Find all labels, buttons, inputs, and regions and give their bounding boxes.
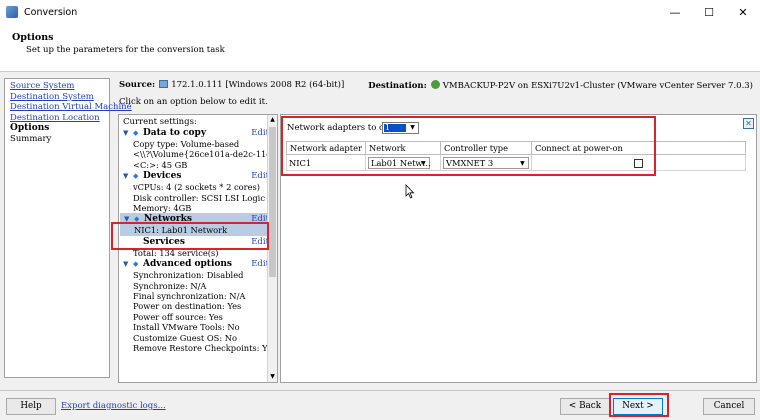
vmware-converter-icon [6,6,18,18]
maximize-button[interactable]: ☐ [692,0,726,24]
adapter-name: NIC1 [286,154,366,171]
setting-line: Total: 134 service(s) [133,247,219,258]
table-row: NIC1 Lab01 Netw… ▼ VMXNET 3 ▼ [286,154,747,171]
dropdown-arrow-icon: ▼ [421,159,426,167]
scrollbar-thumb[interactable] [269,127,276,277]
vm-host-icon [430,80,440,89]
setting-line: Disk controller: SCSI LSI Logic SAS [133,192,278,203]
scroll-down-arrow-icon[interactable]: ▼ [268,372,277,382]
section-advanced-options[interactable]: ▼ ◆ Advanced options Edit Synchronization:… [119,258,277,353]
section-title: Networks [144,214,192,225]
collapse-chevron-icon[interactable]: ▼ [124,215,134,223]
setting-line: Memory: 4GB [133,203,192,214]
setting-line: Final synchronization: N/A [133,291,246,302]
network-select[interactable]: Lab01 Netw… ▼ [367,156,431,169]
diamond-icon: ◆ [133,129,139,137]
setting-line: <\\?\Volume{26ce101a-de2c-11e6-a2… [133,149,277,160]
export-diagnostic-logs-link[interactable]: Export diagnostic logs... [61,401,166,411]
adapters-count-select[interactable]: 1 ▼ [382,122,419,134]
network-adapters-table: Network adapter Network Controller type … [286,141,747,171]
window-titlebar: Conversion — ☐ ✕ [0,0,760,24]
back-button[interactable]: < Back [560,398,610,415]
page-subtitle: Set up the parameters for the conversion… [26,45,225,55]
wizard-steps: Source System Destination System Destina… [4,78,132,378]
section-networks[interactable]: ▼ ◆ Networks Edit NIC1: Lab01 Network [120,213,269,236]
setting-line: Power on destination: Yes [133,301,242,312]
wizard-header: Options Set up the parameters for the co… [0,24,760,72]
setting-line: <C:>: 45 GB [133,159,188,170]
controller-cell: VMXNET 3 ▼ [439,154,532,171]
setting-line: Synchronize: N/A [133,280,207,291]
next-button[interactable]: Next > [613,398,663,415]
connect-at-power-on-checkbox[interactable] [633,158,643,168]
column-header-network: Network [364,141,441,155]
section-title: Data to copy [143,128,207,138]
setting-line: Customize Guest OS: No [133,332,238,343]
step-options: Options [10,123,50,133]
collapse-chevron-icon[interactable]: ▼ [123,260,133,268]
source-info: Source: 172.1.0.111 [Windows 2008 R2 (64-… [119,80,344,90]
network-detail-panel: ✕ Network adapters to connect: 1 ▼ Netwo… [280,114,757,383]
close-panel-icon[interactable]: ✕ [743,118,754,129]
mouse-cursor-icon [405,184,415,199]
column-header-controller-type: Controller type [439,141,532,155]
dropdown-arrow-icon: ▼ [410,124,415,131]
settings-scrollbar[interactable]: ▲ ▼ [267,115,277,382]
minimize-button[interactable]: — [658,0,692,24]
section-title: Devices [143,171,182,182]
step-destination-location[interactable]: Destination Location [10,113,104,124]
destination-value: VMBACKUP-P2V on ESXi7U2v1-Cluster (VMwar… [442,81,753,91]
destination-label: Destination: [368,81,427,91]
computer-icon [159,80,169,88]
destination-info: Destination: VMBACKUP-P2V on ESXi7U2v1-Cl… [368,80,753,91]
source-label: Source: [119,80,156,90]
setting-line: NIC1: Lab01 Network [134,225,228,236]
window-controls: — ☐ ✕ [658,0,760,24]
controller-type-select[interactable]: VMXNET 3 ▼ [442,156,529,169]
setting-line: Copy type: Volume-based [133,139,240,149]
column-header-connect-at-power-on: Connect at power-on [530,141,747,155]
step-destination-vm[interactable]: Destination Virtual Machine [10,102,132,113]
setting-line: vCPUs: 4 (2 sockets * 2 cores) [133,182,261,193]
step-summary: Summary [10,133,52,144]
current-settings-heading: Current settings: [123,117,197,127]
setting-line: Power off source: Yes [133,311,223,322]
step-source-system[interactable]: Source System [10,81,104,92]
collapse-chevron-icon[interactable]: ▼ [123,129,133,137]
connect-cell [530,154,747,171]
section-title: Advanced options [143,259,232,270]
cancel-button[interactable]: Cancel [703,398,755,415]
edit-hint: Click on an option below to edit it. [119,97,268,107]
section-data-to-copy[interactable]: ▼ ◆ Data to copy Edit Copy type: Volume-ba… [119,127,277,170]
setting-line: Install VMware Tools: No [133,322,240,333]
source-destination-bar: Source: 172.1.0.111 [Windows 2008 R2 (64-… [119,80,755,94]
step-destination-system[interactable]: Destination System [10,92,104,103]
scroll-up-arrow-icon[interactable]: ▲ [268,115,277,125]
current-settings-panel: Current settings: ▼ ◆ Data to copy Edit Co… [118,114,278,383]
diamond-icon: ◆ [134,215,140,224]
close-button[interactable]: ✕ [726,0,760,24]
setting-line: Remove Restore Checkpoints: Yes [133,343,277,354]
section-title: Services [143,236,185,247]
help-button[interactable]: Help [6,398,56,415]
column-header-network-adapter: Network adapter [286,141,366,155]
adapters-count-value: 1 [384,124,406,132]
dropdown-arrow-icon: ▼ [520,159,525,167]
collapse-chevron-icon[interactable]: ▼ [123,172,133,180]
source-value: 172.1.0.111 [Windows 2008 R2 (64-bit)] [171,80,345,90]
controller-type-value: VMXNET 3 [445,157,494,168]
diamond-icon: ◆ [133,260,139,269]
page-title: Options [12,32,54,43]
wizard-footer: Help Export diagnostic logs... < Back Ne… [0,390,760,420]
section-services[interactable]: Services Edit Total: 134 service(s) [119,236,277,258]
diamond-icon: ◆ [133,172,139,181]
setting-line: Synchronization: Disabled [133,270,244,281]
network-cell: Lab01 Netw… ▼ [364,154,441,171]
window-title: Conversion [24,6,78,18]
section-devices[interactable]: ▼ ◆ Devices Edit vCPUs: 4 (2 sockets * 2 c… [119,170,277,213]
